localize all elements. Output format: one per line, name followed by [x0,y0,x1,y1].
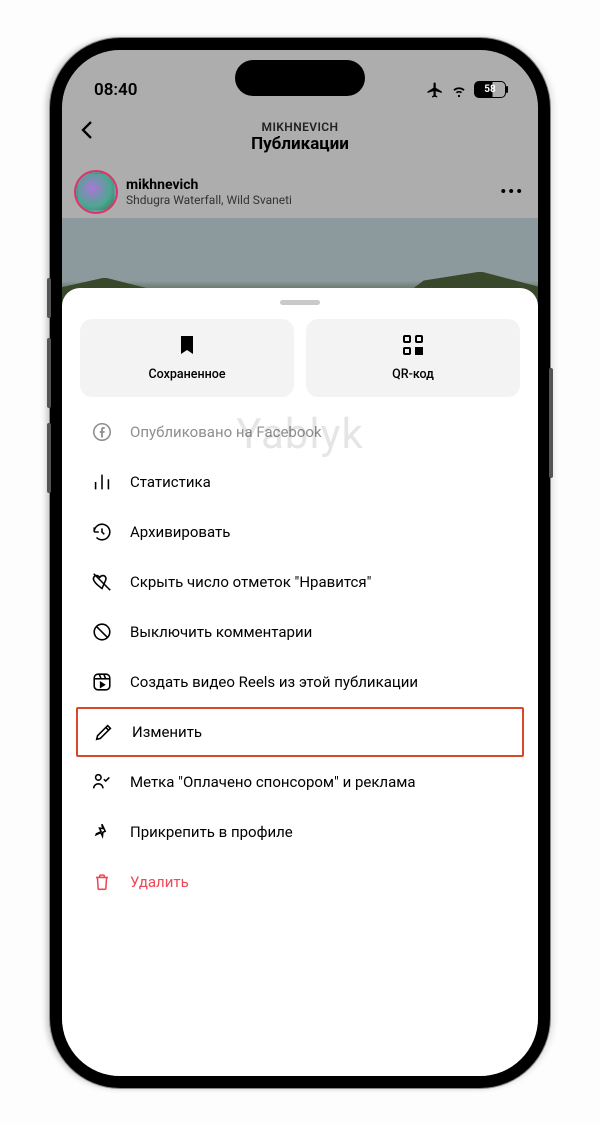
sponsor-icon [90,771,114,793]
menu-item-label: Скрыть число отметок "Нравится" [130,573,371,591]
menu-item-sponsor[interactable]: Метка "Оплачено спонсором" и реклама [84,757,516,807]
post-location[interactable]: Shdugra Waterfall, Wild Svaneti [126,193,500,207]
menu-item-delete[interactable]: Удалить [84,857,516,907]
reels-icon [90,671,114,693]
stats-icon [90,471,114,493]
menu-item-label: Создать видео Reels из этой публикации [130,673,418,691]
menu-item-label: Архивировать [130,523,230,541]
menu-item-label: Удалить [130,873,189,891]
more-button[interactable]: ••• [500,182,524,201]
qr-label: QR-код [392,367,434,382]
header-title: Публикации [78,134,522,154]
facebook-icon [90,421,114,443]
post-header: mikhnevich Shdugra Waterfall, Wild Svane… [62,168,538,216]
menu-item-hide-like[interactable]: Скрыть число отметок "Нравится" [84,557,516,607]
edit-icon [92,721,116,743]
pin-icon [90,821,114,843]
menu-item-archive[interactable]: Архивировать [84,507,516,557]
post-username[interactable]: mikhnevich [126,177,500,193]
action-menu: Опубликовано на Facebook Статистика Архиви… [80,407,520,907]
menu-item-label: Метка "Оплачено спонсором" и реклама [130,773,416,791]
sheet-grabber[interactable] [280,300,320,305]
menu-item-facebook[interactable]: Опубликовано на Facebook [84,407,516,457]
back-button[interactable] [76,118,100,142]
hide-like-icon [90,571,114,593]
battery-icon: 58 [474,81,506,98]
header-subtitle: MIKHNEVICH [78,120,522,134]
dynamic-island [235,60,365,96]
wifi-icon [450,81,468,99]
menu-item-label: Изменить [132,723,202,741]
saved-button[interactable]: Сохраненное [80,319,294,397]
menu-item-edit[interactable]: Изменить [76,707,524,757]
menu-item-reels[interactable]: Создать видео Reels из этой публикации [84,657,516,707]
bookmark-icon [175,333,199,361]
menu-item-comments-off[interactable]: Выключить комментарии [84,607,516,657]
comments-off-icon [90,621,114,643]
clock: 08:40 [94,80,137,100]
menu-item-stats[interactable]: Статистика [84,457,516,507]
menu-item-pin[interactable]: Прикрепить в профиле [84,807,516,857]
menu-item-label: Статистика [130,473,211,491]
avatar[interactable] [76,172,116,212]
archive-icon [90,521,114,543]
saved-label: Сохраненное [148,367,225,382]
menu-item-label: Выключить комментарии [130,623,312,641]
airplane-icon [426,81,444,99]
nav-header: MIKHNEVICH Публикации [62,114,538,162]
delete-icon [90,871,114,893]
menu-item-label: Прикрепить в профиле [130,823,293,841]
qr-icon [401,333,425,361]
menu-item-label: Опубликовано на Facebook [130,423,322,441]
action-sheet: Сохраненное QR-код Опубликовано на Faceb… [62,288,538,1076]
qr-button[interactable]: QR-код [306,319,520,397]
